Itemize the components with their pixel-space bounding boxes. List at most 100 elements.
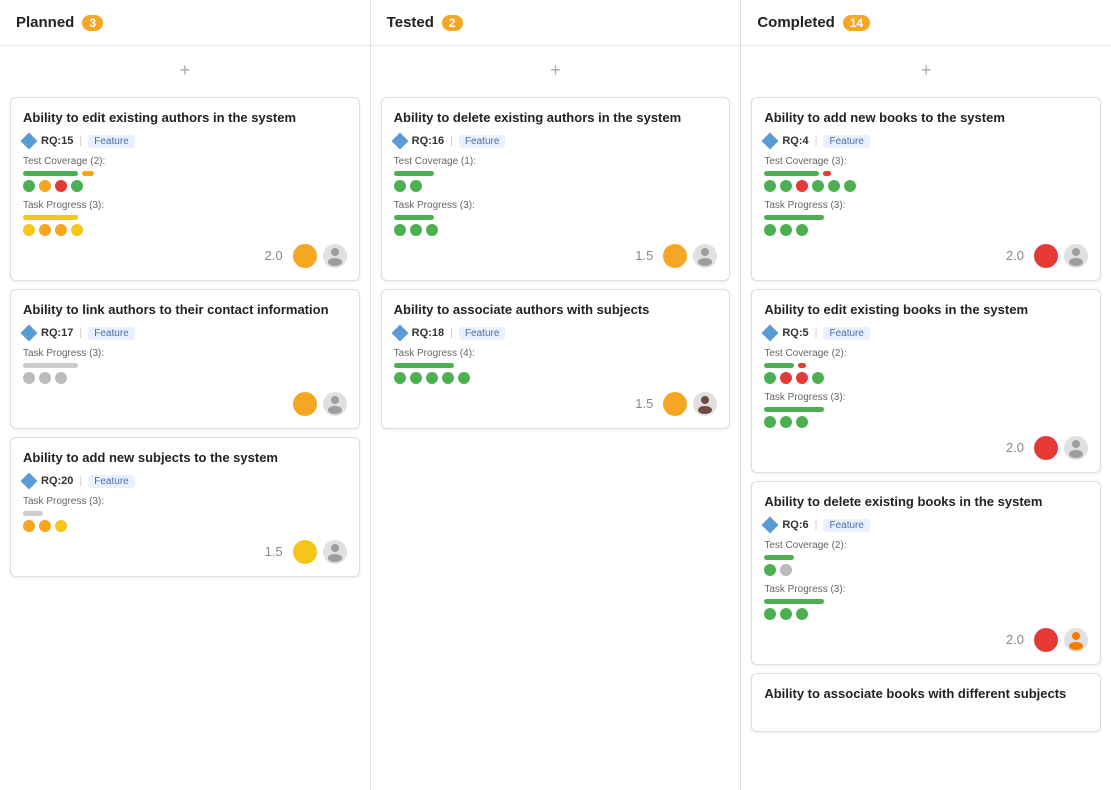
dot-g8t3 — [796, 608, 808, 620]
feature-badge-5: Feature — [459, 327, 505, 340]
card-title-3: Ability to add new subjects to the syste… — [23, 450, 347, 467]
dot-g6c — [812, 180, 824, 192]
divider-8: | — [815, 519, 818, 531]
rq-label-4: RQ:16 — [412, 135, 444, 147]
dot-g7a — [764, 372, 776, 384]
column-count-planned: 3 — [82, 15, 103, 31]
task-progress-1: Task Progress (3): — [23, 200, 347, 236]
person-icon-3 — [323, 540, 347, 564]
avatar-yellow-3 — [293, 540, 317, 564]
dot-g5c — [426, 372, 438, 384]
avatar-red-6 — [1034, 244, 1058, 268]
task-progress-7: Task Progress (3): — [764, 392, 1088, 428]
rq-label-2: RQ:17 — [41, 327, 73, 339]
card-tested-2: Ability to associate authors with subjec… — [381, 289, 731, 429]
column-header-tested: Tested 2 — [371, 0, 741, 46]
card-footer-6: 2.0 — [764, 244, 1088, 268]
dot-g8a — [764, 564, 776, 576]
avatar-person-3 — [323, 540, 347, 564]
rq-label-5: RQ:18 — [412, 327, 444, 339]
column-header-completed: Completed 14 — [741, 0, 1111, 46]
divider-4: | — [450, 135, 453, 147]
dot-gray-1 — [23, 372, 35, 384]
card-title-1: Ability to edit existing authors in the … — [23, 110, 347, 127]
diamond-icon-5 — [391, 325, 408, 342]
feature-badge-4: Feature — [459, 135, 505, 148]
card-tested-1: Ability to delete existing authors in th… — [381, 97, 731, 281]
diamond-icon-7 — [762, 325, 779, 342]
feature-badge-3: Feature — [88, 475, 134, 488]
card-title-6: Ability to add new books to the system — [764, 110, 1088, 127]
test-coverage-bar-4 — [394, 171, 718, 176]
bar-red-6 — [823, 171, 831, 176]
column-header-planned: Planned 3 — [0, 0, 370, 46]
diamond-icon — [21, 133, 38, 150]
dot-g6t3 — [796, 224, 808, 236]
bar-green-8b — [764, 599, 824, 604]
diamond-icon-4 — [391, 133, 408, 150]
card-tag-8: RQ:6 | Feature — [764, 519, 1088, 532]
card-title-5: Ability to associate authors with subjec… — [394, 302, 718, 319]
column-body-planned: + Ability to edit existing authors in th… — [0, 46, 370, 790]
dot-green — [23, 180, 35, 192]
task-progress-6: Task Progress (3): — [764, 200, 1088, 236]
score-3: 1.5 — [265, 544, 283, 559]
divider-2: | — [79, 327, 82, 339]
add-card-tested[interactable]: + — [381, 56, 731, 85]
task-progress-bar-4 — [394, 215, 718, 220]
avatar-red-8 — [1034, 628, 1058, 652]
feature-badge-2: Feature — [88, 327, 134, 340]
dot-green-2 — [71, 180, 83, 192]
dot-g7t3 — [796, 416, 808, 428]
add-card-planned[interactable]: + — [10, 56, 360, 85]
bar-green-7 — [764, 363, 794, 368]
person-icon-4 — [693, 244, 717, 268]
task-progress-dots-8 — [764, 608, 1088, 620]
score-8: 2.0 — [1006, 632, 1024, 647]
card-tag-2: RQ:17 | Feature — [23, 327, 347, 340]
bar-green-7b — [764, 407, 824, 412]
column-title-tested: Tested — [387, 14, 434, 31]
avatar-person-4 — [693, 244, 717, 268]
card-footer-1: 2.0 — [23, 244, 347, 268]
rq-label-7: RQ:5 — [782, 327, 808, 339]
task-progress-label-2: Task Progress (3): — [23, 348, 347, 359]
feature-badge-8: Feature — [823, 519, 869, 532]
bar-green-8 — [764, 555, 794, 560]
divider-5: | — [450, 327, 453, 339]
test-coverage-dots-1 — [23, 180, 347, 192]
person-icon-8 — [1064, 628, 1088, 652]
card-tag-4: RQ:16 | Feature — [394, 135, 718, 148]
rq-label-8: RQ:6 — [782, 519, 808, 531]
avatar-orange-2 — [293, 392, 317, 416]
test-coverage-dots-8 — [764, 564, 1088, 576]
test-coverage-label-4: Test Coverage (1): — [394, 156, 718, 167]
diamond-icon-3 — [21, 473, 38, 490]
task-progress-label-7: Task Progress (3): — [764, 392, 1088, 403]
divider-3: | — [79, 475, 82, 487]
dot-g7b — [812, 372, 824, 384]
kanban-board: Planned 3 + Ability to edit existing aut… — [0, 0, 1111, 790]
task-progress-bar-3 — [23, 511, 347, 516]
card-planned-3: Ability to add new subjects to the syste… — [10, 437, 360, 577]
column-body-tested: + Ability to delete existing authors in … — [371, 46, 741, 790]
dot-g6t1 — [764, 224, 776, 236]
score-4: 1.5 — [635, 248, 653, 263]
card-title-9: Ability to associate books with differen… — [764, 686, 1088, 703]
dot-g6a — [764, 180, 776, 192]
dot-orange-3b — [39, 520, 51, 532]
bar-green-6 — [764, 215, 824, 220]
divider-1: | — [79, 135, 82, 147]
add-card-completed[interactable]: + — [751, 56, 1101, 85]
card-completed-1: Ability to add new books to the system R… — [751, 97, 1101, 281]
dot-g6d — [828, 180, 840, 192]
dot-green-4a — [394, 180, 406, 192]
task-progress-bar-2 — [23, 363, 347, 368]
task-progress-bar-7 — [764, 407, 1088, 412]
avatar-person-2 — [323, 392, 347, 416]
column-count-completed: 14 — [843, 15, 870, 31]
person-icon-5 — [693, 392, 717, 416]
column-tested: Tested 2 + Ability to delete existing au… — [371, 0, 742, 790]
card-title-8: Ability to delete existing books in the … — [764, 494, 1088, 511]
task-progress-label-5: Task Progress (4): — [394, 348, 718, 359]
